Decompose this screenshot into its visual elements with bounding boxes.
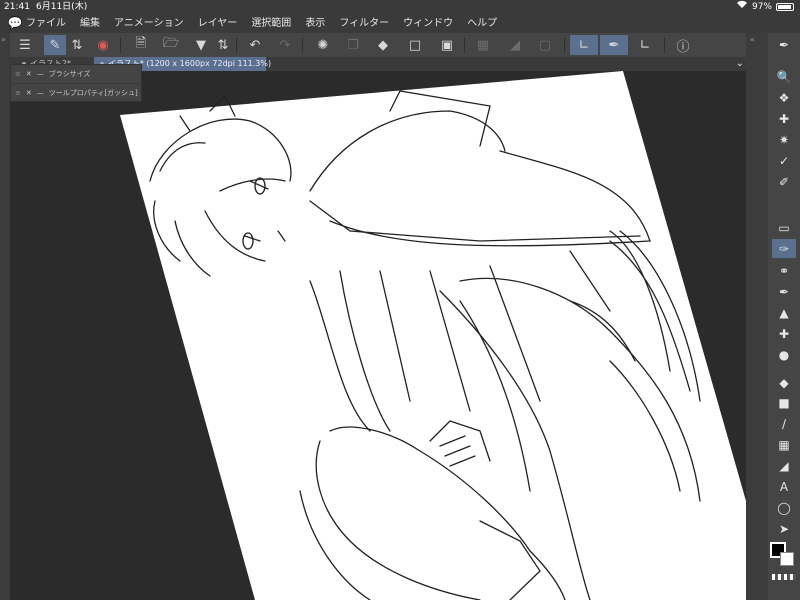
menu-filter[interactable]: フィルター	[339, 14, 389, 33]
close-icon[interactable]: ✕	[26, 84, 32, 102]
move-layer-icon[interactable]: ❖	[772, 88, 796, 107]
battery-icon	[776, 3, 794, 11]
palette-title: ツールプロパティ[ガッシュ]	[48, 89, 138, 97]
zoom-icon[interactable]: 🔍	[772, 67, 796, 86]
clock-time: 21:41	[4, 2, 30, 12]
triangle-icon[interactable]: ◢	[772, 456, 796, 475]
sub-color-swatch[interactable]	[780, 552, 794, 566]
clear-icon[interactable]: ▦	[472, 35, 494, 55]
save-icon[interactable]: ▼	[190, 35, 212, 55]
drag-handle-icon[interactable]: ≡	[15, 84, 21, 102]
tool-palette: ✒ 🔍 ❖ ✚ ✷ ✓ ✐ ▭ ✑ ⚭ ✒ ▲ ✚ ● ◆ ■ ∕ ▦ ◢ A …	[768, 33, 800, 600]
plus-icon[interactable]: ✚	[772, 324, 796, 343]
help-icon[interactable]: ⓘ	[672, 35, 694, 55]
palette-brush-size[interactable]: ≡ ✕ — ブラシサイズ	[11, 65, 141, 83]
pen-nib-icon[interactable]: ✒	[772, 282, 796, 301]
balloon-icon[interactable]: ◯	[772, 498, 796, 517]
loading-icon[interactable]: ✺	[312, 35, 334, 55]
snap-ruler-icon[interactable]: ∟	[570, 35, 598, 55]
status-bar: 21:41 6月11日(木) 97%	[0, 0, 800, 14]
lasso-icon[interactable]: ⚭	[772, 261, 796, 280]
close-icon[interactable]: ✕	[26, 65, 32, 83]
frame-icon[interactable]: ▢	[534, 35, 556, 55]
eraser-icon[interactable]: ▭	[772, 218, 796, 237]
app-icon[interactable]: ◉	[92, 35, 114, 55]
gradient-icon[interactable]: ■	[772, 393, 796, 412]
frame-icon[interactable]: ▦	[772, 435, 796, 454]
canvas-area[interactable]	[10, 71, 746, 600]
new-canvas-icon[interactable]: 🗎	[130, 35, 152, 55]
menu-icon[interactable]: ☰	[14, 35, 36, 55]
menu-selection[interactable]: 選択範囲	[251, 14, 291, 33]
open-folder-icon[interactable]: 🗁	[160, 35, 182, 55]
sparkle-icon[interactable]: ✷	[772, 130, 796, 149]
command-bar: ☰ ✎ ⇅ ◉ 🗎 🗁 ▼ ⇅ ↶ ↷ ✺ ❐ ◆ □ ▣ ▦ ◢ ▢ ∟ ✒ …	[0, 33, 800, 58]
edit-ruler-icon[interactable]: ∟	[634, 35, 656, 55]
left-dock-edge[interactable]: »	[0, 33, 10, 600]
menu-help[interactable]: ヘルプ	[467, 14, 497, 33]
gradient-icon[interactable]: ◢	[504, 35, 526, 55]
transform-icon[interactable]: ▣	[436, 35, 458, 55]
stepper-icon[interactable]: ⇅	[70, 35, 84, 55]
app-logo-icon[interactable]: 💬	[4, 14, 26, 33]
menu-bar: 💬 ファイル 編集 アニメーション レイヤー 選択範囲 表示 フィルター ウィン…	[0, 14, 800, 33]
clock-date: 6月11日(木)	[36, 2, 88, 12]
palette-tool-property[interactable]: ≡ ✕ — ツールプロパティ[ガッシュ]	[11, 83, 141, 102]
menu-view[interactable]: 表示	[305, 14, 325, 33]
minimize-icon[interactable]: —	[37, 84, 44, 102]
menu-animation[interactable]: アニメーション	[114, 14, 184, 33]
pen-icon[interactable]: ✒	[772, 35, 796, 54]
eyedropper-icon[interactable]: ✓	[772, 151, 796, 170]
select-rect-icon[interactable]: □	[404, 35, 426, 55]
tool-palette-icon[interactable]: ✎	[44, 35, 66, 55]
brush-icon[interactable]: ✑	[772, 239, 796, 258]
menu-window[interactable]: ウィンドウ	[403, 14, 453, 33]
undo-icon[interactable]: ↶	[244, 35, 266, 55]
floating-palette: ≡ ✕ — ブラシサイズ ≡ ✕ — ツールプロパティ[ガッシュ]	[10, 64, 142, 102]
battery-percent: 97%	[751, 2, 772, 12]
stamp-icon[interactable]: ▲	[772, 303, 796, 322]
wifi-icon	[736, 0, 748, 14]
pen-tool-icon[interactable]: ✐	[772, 172, 796, 191]
snap-pen-icon[interactable]: ✒	[600, 35, 628, 55]
fill-icon[interactable]: ◆	[372, 35, 394, 55]
palette-title: ブラシサイズ	[48, 70, 91, 78]
text-icon[interactable]: A	[772, 477, 796, 496]
drops-icon[interactable]: ●	[772, 345, 796, 364]
sketch-canvas[interactable]	[10, 71, 746, 600]
fill-bucket-icon[interactable]: ◆	[772, 373, 796, 392]
line-icon[interactable]: ∕	[772, 414, 796, 433]
menu-edit[interactable]: 編集	[80, 14, 100, 33]
menu-layer[interactable]: レイヤー	[198, 14, 238, 33]
stepper-icon[interactable]: ⇅	[216, 35, 230, 55]
menu-file[interactable]: ファイル	[26, 14, 66, 33]
right-dock-edge[interactable]: «	[746, 33, 768, 600]
drag-handle-icon[interactable]: ≡	[15, 65, 21, 83]
redo-icon[interactable]: ↷	[274, 35, 296, 55]
minimize-icon[interactable]: —	[37, 65, 44, 83]
transparent-color-swatch[interactable]	[772, 574, 796, 580]
move-icon[interactable]: ✚	[772, 109, 796, 128]
pointer-icon[interactable]: ➤	[772, 519, 796, 538]
copy-icon[interactable]: ❐	[342, 35, 364, 55]
chevron-down-icon[interactable]: ⌄	[736, 57, 744, 71]
